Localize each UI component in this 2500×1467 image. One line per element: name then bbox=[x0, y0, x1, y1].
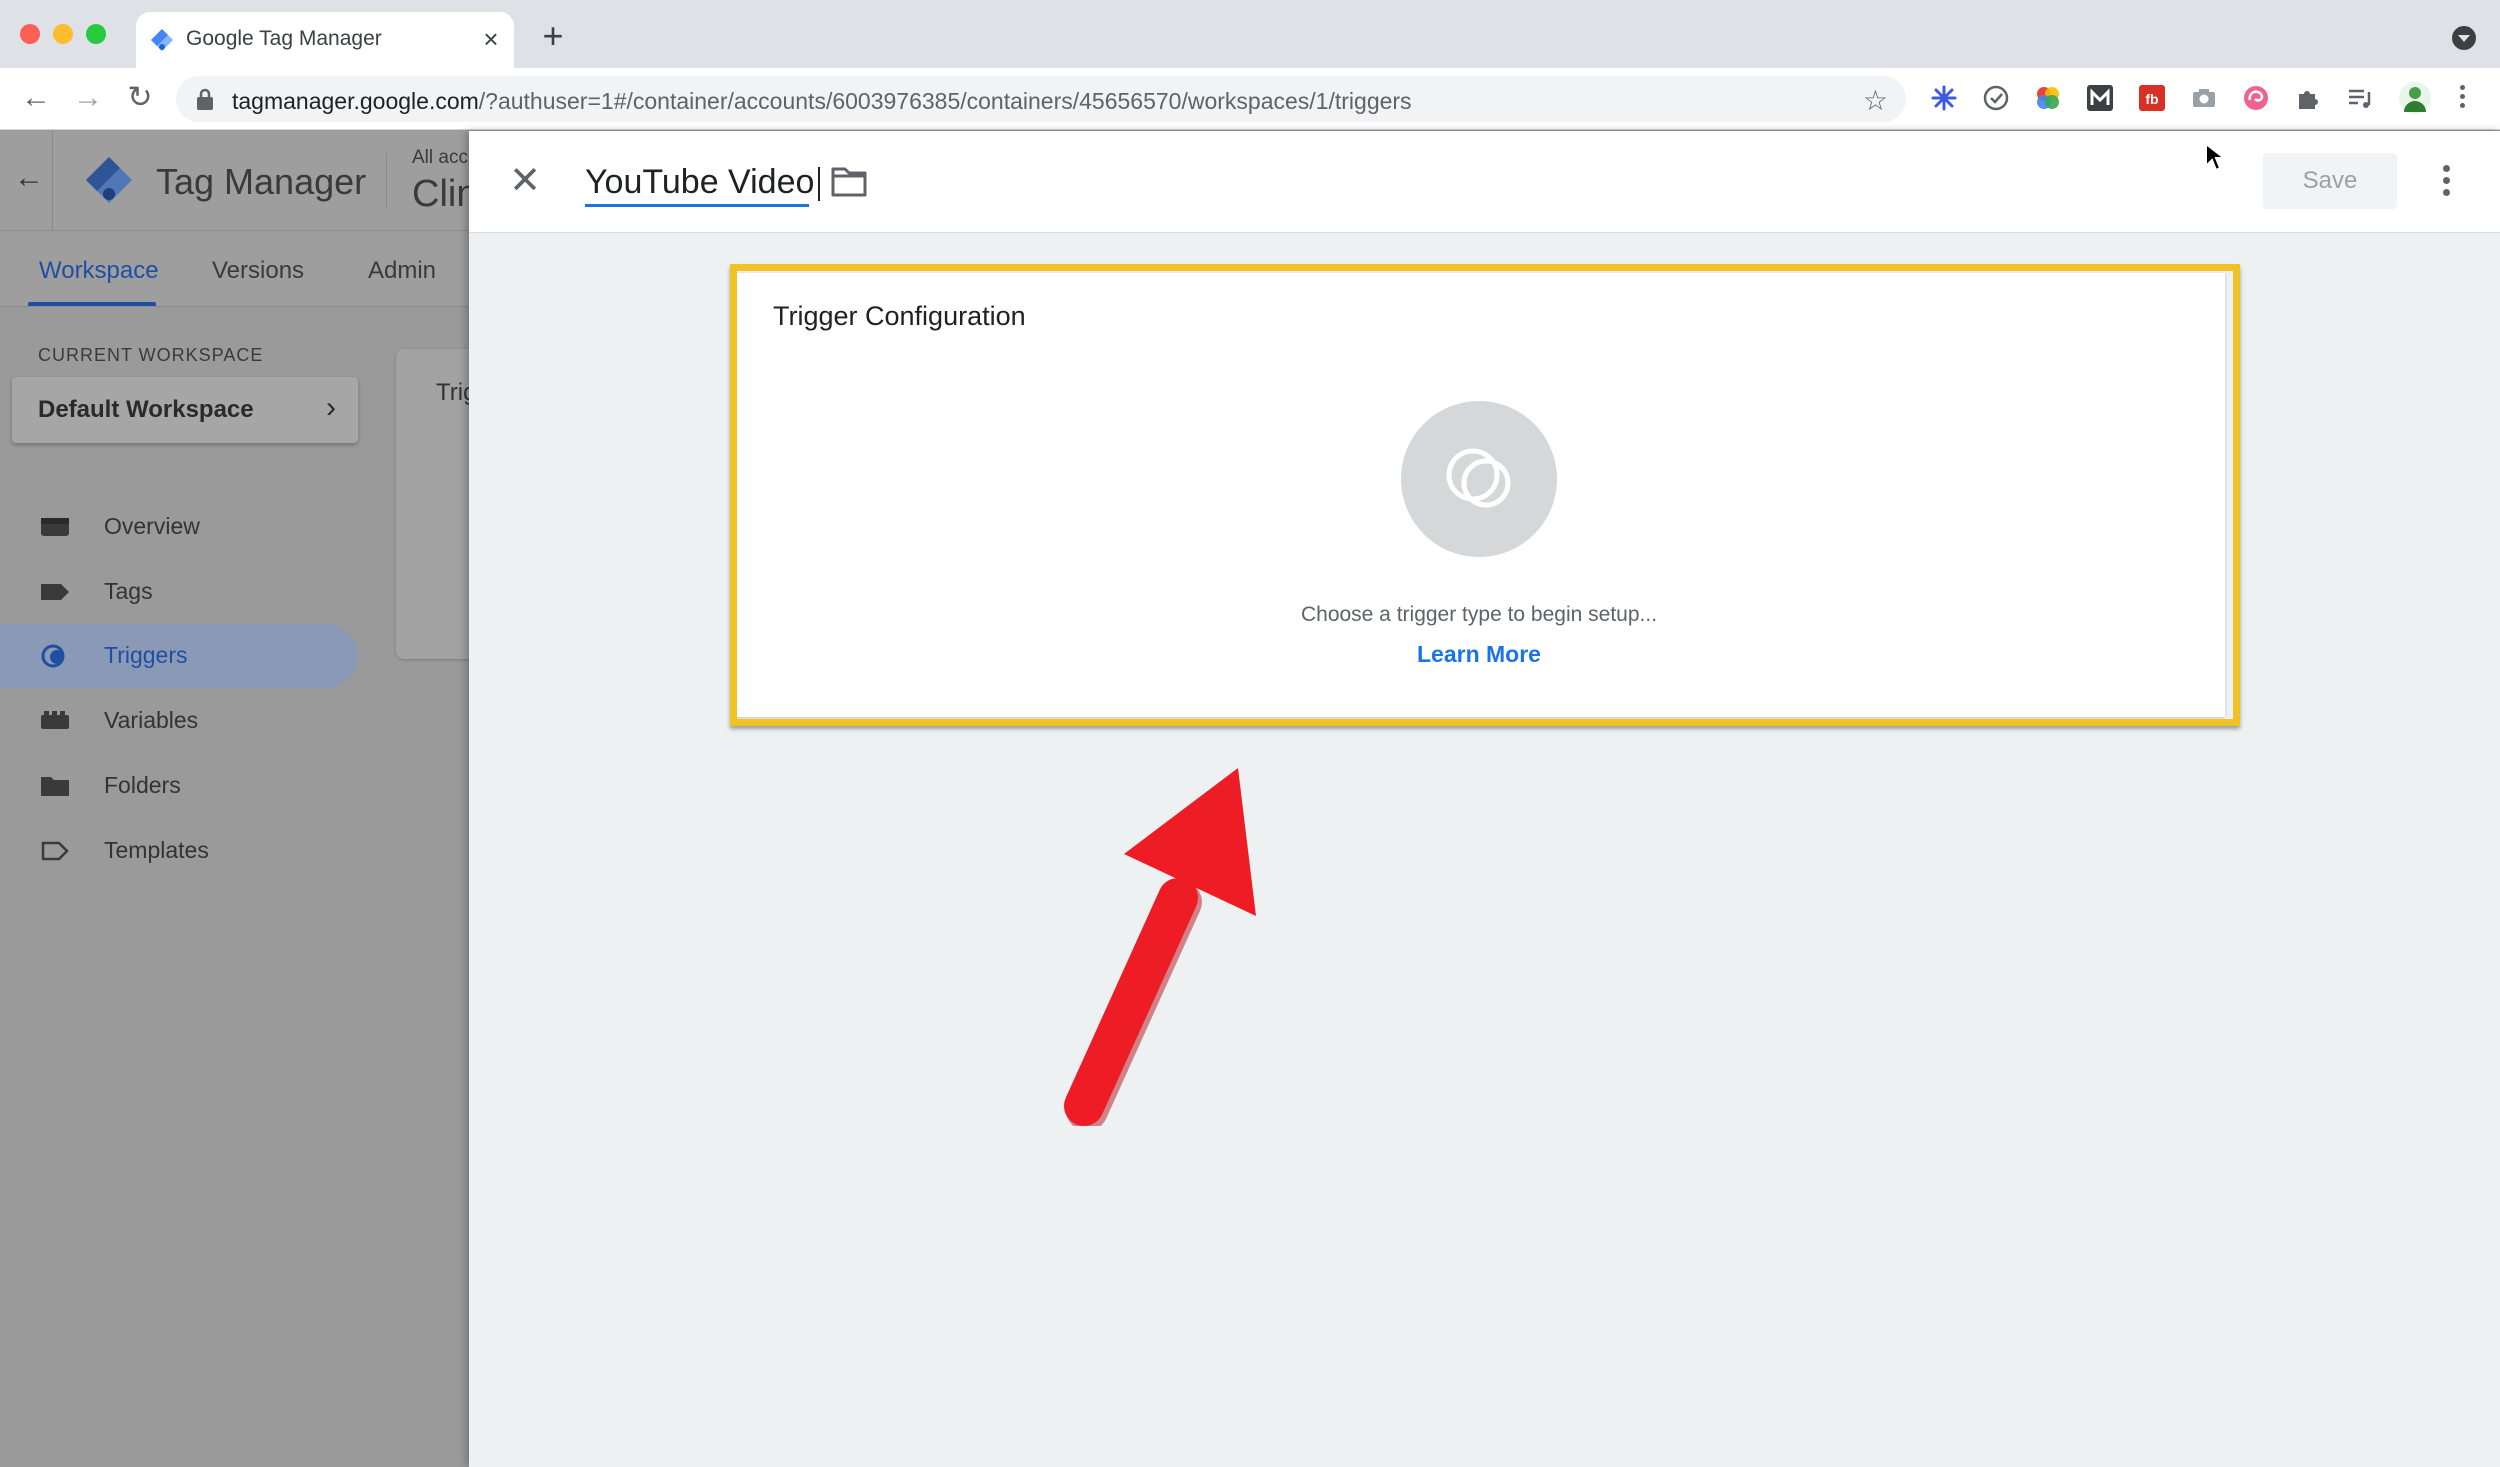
fb-extension-icon[interactable]: fb bbox=[2138, 84, 2166, 112]
new-tab-button[interactable]: + bbox=[536, 18, 570, 54]
asterisk-extension-icon[interactable] bbox=[1930, 84, 1958, 112]
workspace-selector[interactable]: Default Workspace › bbox=[12, 377, 358, 443]
sidebar-item-folders[interactable]: Folders bbox=[0, 754, 358, 818]
tab-admin[interactable]: Admin bbox=[368, 257, 436, 285]
sidebar-item-label: Folders bbox=[104, 772, 181, 798]
container-name[interactable]: Clin bbox=[412, 173, 470, 216]
sidebar-item-label: Tags bbox=[104, 578, 153, 604]
address-bar[interactable]: tagmanager.google.com/?authuser=1#/conta… bbox=[176, 76, 1906, 122]
mouse-cursor-icon bbox=[2205, 142, 2226, 172]
more-options-icon[interactable] bbox=[2435, 161, 2459, 201]
swirl-extension-icon[interactable] bbox=[2242, 84, 2270, 112]
camera-extension-icon[interactable] bbox=[2190, 84, 2218, 112]
puzzle-extension-icon[interactable] bbox=[2294, 84, 2322, 112]
window-minimize-button[interactable] bbox=[53, 24, 73, 44]
back-icon[interactable]: ← bbox=[16, 78, 56, 118]
browser-tabbar: Google Tag Manager × + bbox=[0, 0, 2500, 68]
header-divider bbox=[52, 131, 53, 231]
trigger-name-text: YouTube Video bbox=[585, 163, 821, 202]
text-caret bbox=[818, 167, 821, 202]
save-button[interactable]: Save bbox=[2263, 153, 2397, 209]
url-host: tagmanager.google.com bbox=[232, 88, 479, 114]
panel-header: ✕ YouTube Video Save bbox=[469, 131, 2500, 233]
lock-icon bbox=[197, 88, 213, 110]
gtm-nav-tabs: Workspace Versions Admin bbox=[0, 231, 470, 307]
sidebar-item-triggers[interactable]: Triggers bbox=[0, 624, 358, 688]
forward-icon[interactable]: → bbox=[68, 78, 108, 118]
svg-text:fb: fb bbox=[2145, 91, 2158, 107]
sidebar-item-overview[interactable]: Overview bbox=[0, 495, 358, 559]
highlight-box bbox=[730, 264, 2240, 726]
gtm-header: ← Tag Manager All acc Clin bbox=[0, 131, 470, 231]
browser-toolbar: ← → ↻ tagmanager.google.com/?authuser=1#… bbox=[0, 68, 2500, 130]
sidebar-item-label: Templates bbox=[104, 837, 209, 863]
tab-workspace[interactable]: Workspace bbox=[39, 257, 159, 285]
folder-icon[interactable] bbox=[829, 163, 869, 199]
variables-icon bbox=[41, 711, 69, 729]
profile-avatar[interactable] bbox=[2398, 81, 2432, 115]
sidebar-item-templates[interactable]: Templates bbox=[0, 819, 358, 883]
check-extension-icon[interactable] bbox=[1982, 84, 2010, 112]
account-label[interactable]: All acc bbox=[412, 147, 468, 169]
trigger-icon bbox=[41, 644, 65, 668]
triggers-card-title: Trig bbox=[436, 379, 470, 406]
sidebar-item-label: Overview bbox=[104, 513, 200, 539]
chevron-right-icon: › bbox=[326, 391, 336, 424]
tab-search-icon[interactable] bbox=[2452, 26, 2476, 50]
bookmark-star-icon[interactable]: ☆ bbox=[1863, 84, 1888, 117]
url-path: /?authuser=1#/container/accounts/6003976… bbox=[478, 88, 1412, 114]
browser-menu-icon[interactable] bbox=[2456, 82, 2470, 112]
browser-tab[interactable]: Google Tag Manager × bbox=[136, 12, 514, 68]
trigger-name-input[interactable]: YouTube Video bbox=[585, 157, 821, 207]
folder-icon bbox=[41, 777, 69, 796]
window-maximize-button[interactable] bbox=[86, 24, 106, 44]
triggers-list-card: Trig bbox=[396, 349, 470, 659]
tab-close-icon[interactable]: × bbox=[476, 24, 506, 54]
m-extension-icon[interactable] bbox=[2086, 84, 2114, 112]
gtm-logo-icon bbox=[86, 157, 132, 203]
header-divider bbox=[386, 153, 387, 209]
gtm-background-page: ← Tag Manager All acc Clin Workspace Ver… bbox=[0, 131, 470, 1467]
url-text: tagmanager.google.com/?authuser=1#/conta… bbox=[232, 88, 1412, 115]
trigger-name-value: YouTube Video bbox=[585, 163, 815, 201]
reading-list-icon[interactable] bbox=[2346, 84, 2374, 112]
gtm-favicon-icon bbox=[151, 29, 173, 51]
red-arrow-annotation bbox=[1064, 768, 1256, 1126]
close-panel-icon[interactable]: ✕ bbox=[505, 161, 545, 201]
sidebar-item-variables[interactable]: Variables bbox=[0, 689, 358, 753]
sidebar-item-tags[interactable]: Tags bbox=[0, 560, 358, 624]
sidebar-item-label: Variables bbox=[104, 707, 199, 733]
workspace-name: Default Workspace bbox=[38, 396, 254, 423]
overview-icon bbox=[41, 518, 69, 536]
tag-icon bbox=[41, 584, 69, 600]
tab-versions[interactable]: Versions bbox=[212, 257, 304, 285]
window-close-button[interactable] bbox=[20, 24, 40, 44]
template-icon bbox=[41, 841, 69, 861]
gtm-back-icon[interactable]: ← bbox=[14, 161, 44, 195]
reload-icon[interactable]: ↻ bbox=[120, 78, 160, 118]
color-wheel-extension-icon[interactable] bbox=[2034, 84, 2062, 112]
current-workspace-label: CURRENT WORKSPACE bbox=[38, 345, 264, 365]
gtm-brand-title: Tag Manager bbox=[156, 161, 367, 202]
active-tab-indicator bbox=[28, 302, 156, 306]
sidebar-item-label: Triggers bbox=[104, 642, 188, 668]
tab-title: Google Tag Manager bbox=[186, 27, 382, 50]
